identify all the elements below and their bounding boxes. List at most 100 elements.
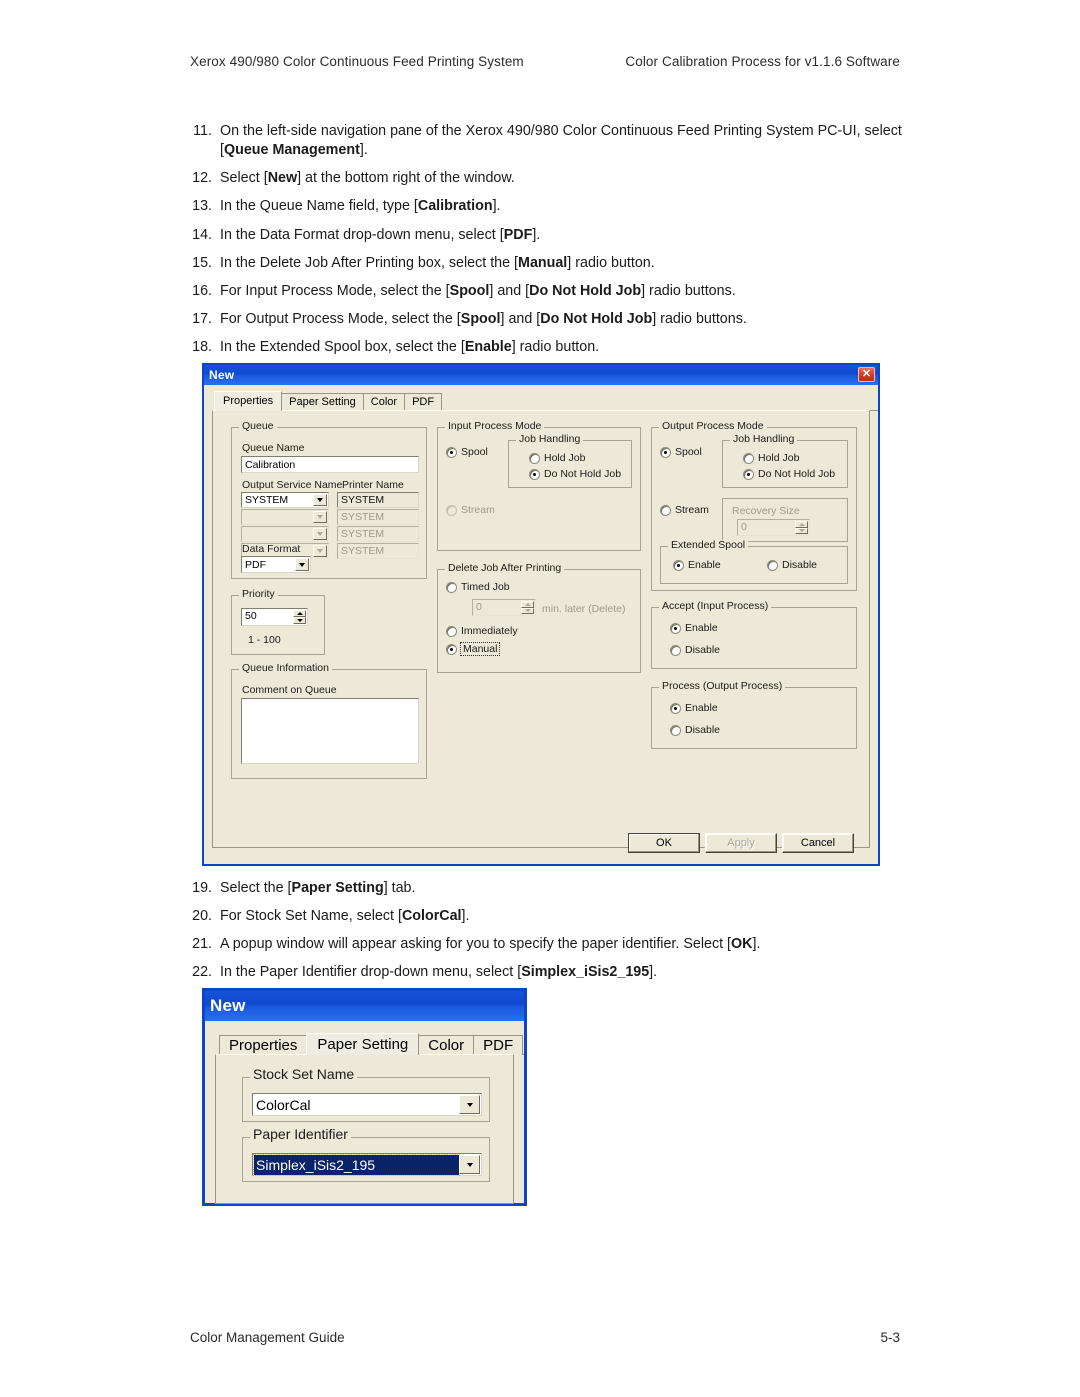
instruction-item: 16. For Input Process Mode, select the [S… [190,282,906,301]
chevron-down-icon[interactable] [459,1155,480,1174]
extended-spool-disable-label: Disable [782,559,818,571]
paper-identifier-combo[interactable]: Simplex_iSis2_195 [252,1153,482,1176]
radio-dot-icon [660,504,671,516]
data-format-value: PDF [245,558,266,571]
radio-dot-icon [767,559,778,571]
stock-set-name-combo[interactable]: ColorCal [252,1093,482,1116]
tab-paper-setting[interactable]: Paper Setting [281,393,364,411]
timed-job-minutes-spinner[interactable]: 0 [472,599,536,616]
extended-spool-disable-radio[interactable]: Disable [767,559,817,571]
radio-dot-icon [446,625,457,637]
tab-color[interactable]: Color [362,393,406,411]
dialog2-tabstrip[interactable]: Properties Paper Setting Color PDF [219,1030,524,1055]
timed-job-spinner-buttons[interactable] [521,601,534,614]
group-stock-set-name: Stock Set Name ColorCal [242,1067,490,1122]
stock-set-name-value: ColorCal [256,1096,311,1113]
chevron-down-icon[interactable] [295,558,309,571]
radio-dot-icon [670,622,681,634]
timed-job-label: Timed Job [461,581,510,593]
queue-name-input[interactable]: Calibration [241,456,419,473]
chevron-down-icon[interactable] [313,494,327,506]
extended-spool-enable-label: Enable [688,559,721,571]
step-number: 15. [192,254,212,271]
new-queue-dialog-paper-setting[interactable]: New Properties Paper Setting Color PDF Stoc… [202,988,527,1206]
chevron-down-icon [313,511,327,523]
spinner-down-icon[interactable] [795,527,808,534]
tab-paper-setting[interactable]: Paper Setting [306,1033,420,1055]
input-spool-radio[interactable]: Spool [446,446,488,458]
comment-on-queue-textarea[interactable] [241,698,419,764]
spinner-up-icon[interactable] [293,610,306,617]
step-number: 13. [192,198,212,215]
output-service-name-combo-1[interactable]: SYSTEM [241,492,329,508]
tab-properties[interactable]: Properties [219,1035,308,1055]
ok-button[interactable]: OK [628,833,700,853]
instruction-list-bottom: 19. Select the [Paper Setting] tab. 20. For… [190,879,906,992]
step-text: For Input Process Mode, select the [Spoo… [220,282,736,299]
extended-spool-enable-radio[interactable]: Enable [673,559,721,571]
recovery-size-spinner-buttons[interactable] [795,521,808,534]
input-do-not-hold-job-radio[interactable]: Do Not Hold Job [529,468,621,480]
recovery-size-spinner[interactable]: 0 [737,519,810,536]
accept-disable-radio[interactable]: Disable [670,644,720,656]
output-stream-radio[interactable]: Stream [660,504,709,516]
data-format-combo[interactable]: PDF [241,556,311,573]
step-text: On the left-side navigation pane of the … [220,123,902,159]
close-icon[interactable]: ✕ [858,367,875,382]
accept-enable-radio[interactable]: Enable [670,622,718,634]
group-paper-identifier: Paper Identifier Simplex_iSis2_195 [242,1127,490,1182]
dialog2-titlebar[interactable]: New [205,991,524,1021]
output-do-not-hold-job-radio[interactable]: Do Not Hold Job [743,468,835,480]
step-text: In the Extended Spool box, select the [E… [220,339,600,356]
output-do-not-hold-job-label: Do Not Hold Job [758,468,836,480]
step-number: 18. [192,339,212,356]
process-enable-radio[interactable]: Enable [670,702,718,714]
tabstrip[interactable]: Properties Paper Setting Color PDF [214,391,878,411]
tab-page-properties: Queue Queue Name Calibration Output Serv… [212,410,870,848]
group-process-output-process-label: Process (Output Process) [659,681,786,692]
printer-name-label: Printer Name [342,479,404,491]
step-number: 11. [193,123,212,139]
timed-job-radio[interactable]: Timed Job [446,581,510,593]
process-disable-radio[interactable]: Disable [670,724,720,736]
step-text: In the Data Format drop-down menu, selec… [220,226,541,243]
spinner-down-icon[interactable] [521,607,534,614]
immediately-radio[interactable]: Immediately [446,625,518,637]
output-hold-job-label: Hold Job [758,452,800,464]
tab-pdf[interactable]: PDF [473,1035,524,1055]
new-queue-dialog[interactable]: New ✕ Properties Paper Setting Color PDF Qu… [202,363,880,866]
input-hold-job-radio[interactable]: Hold Job [529,452,585,464]
tabstrip-filler [522,1054,524,1055]
paper-identifier-value: Simplex_iSis2_195 [253,1153,460,1176]
output-spool-radio[interactable]: Spool [660,446,702,458]
group-delete-job-label: Delete Job After Printing [445,563,565,574]
input-stream-radio[interactable]: Stream [446,504,495,516]
priority-spinner[interactable]: 50 [241,608,308,626]
group-accept-input-process-label: Accept (Input Process) [659,601,772,612]
group-output-job-handling: Job Handling Hold Job Do Not Hold Job [722,434,848,488]
dialog-titlebar[interactable]: New ✕ [204,365,878,385]
dialog2-tab-page: Stock Set Name ColorCal Paper Identifier… [215,1054,514,1204]
radio-dot-icon [673,559,684,571]
radio-dot-icon [529,468,540,480]
chevron-down-icon[interactable] [459,1095,480,1114]
tab-pdf[interactable]: PDF [404,393,443,411]
output-hold-job-radio[interactable]: Hold Job [743,452,799,464]
group-output-process-mode-label: Output Process Mode [659,421,767,432]
process-disable-label: Disable [685,724,721,736]
tab-color[interactable]: Color [418,1035,475,1055]
input-do-not-hold-job-label: Do Not Hold Job [544,468,622,480]
spinner-down-icon[interactable] [293,617,306,624]
radio-dot-icon [670,724,681,736]
cancel-button[interactable]: Cancel [782,833,854,853]
manual-radio[interactable]: Manual [446,642,501,656]
instruction-item: 11. On the left-side navigation pane of t… [190,122,906,160]
group-paper-identifier-label: Paper Identifier [250,1127,351,1141]
data-format-label: Data Format [242,543,301,555]
group-output-process-mode: Output Process Mode Spool Stream Job Han… [651,421,857,591]
apply-button: Apply [705,833,777,853]
priority-spinner-buttons[interactable] [293,610,306,624]
printer-name-value-3: SYSTEM [337,526,419,542]
process-enable-label: Enable [685,702,718,714]
tab-properties[interactable]: Properties [214,391,283,411]
